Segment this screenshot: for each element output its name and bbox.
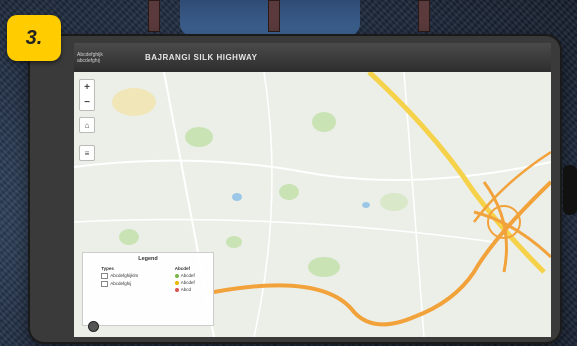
legend-dot-icon bbox=[174, 280, 179, 285]
legend-item[interactable]: Abcdefghijklm bbox=[101, 273, 138, 279]
legend-item[interactable]: Abcdef bbox=[174, 273, 195, 278]
home-icon: ⌂ bbox=[84, 120, 90, 130]
legend-checkbox[interactable] bbox=[101, 281, 109, 287]
app-header: Abcdefghijk abcdefghij BAJRANGI SILK HIG… bbox=[74, 43, 551, 72]
legend-column-header: Abcdef bbox=[174, 266, 190, 271]
app-logo: Abcdefghijk abcdefghij bbox=[77, 52, 127, 64]
park-area bbox=[312, 112, 336, 132]
legend-column-header: Types bbox=[101, 266, 114, 271]
legend-types-column: Types Abcdefghijklm Abcdefghij bbox=[101, 266, 138, 294]
zoom-in-button[interactable]: + bbox=[84, 82, 90, 93]
park-area bbox=[226, 236, 242, 248]
legend-checkbox[interactable] bbox=[101, 273, 109, 279]
layers-icon: ≡ bbox=[84, 148, 90, 158]
legend-item[interactable]: Abcdefghij bbox=[101, 281, 138, 287]
park-area bbox=[185, 127, 213, 147]
legend-title: Legend bbox=[138, 256, 158, 262]
home-button[interactable]: ⌂ bbox=[79, 117, 95, 133]
legend-dot-icon bbox=[174, 287, 179, 292]
tablet-screen: Abcdefghijk abcdefghij BAJRANGI SILK HIG… bbox=[74, 43, 551, 337]
step-badge: 3. bbox=[7, 15, 61, 61]
park-area bbox=[308, 257, 340, 277]
park-area bbox=[112, 88, 156, 116]
logo-line-2: abcdefghij bbox=[77, 57, 100, 64]
app-title: BAJRANGI SILK HIGHWAY bbox=[145, 53, 258, 62]
map-legend: Legend Types Abcdefghijklm Abcdefghij Ab… bbox=[82, 252, 214, 326]
park-area bbox=[279, 184, 299, 200]
settings-icon[interactable] bbox=[88, 321, 99, 332]
background-frame-bar bbox=[418, 0, 430, 32]
zoom-control: + − bbox=[79, 79, 95, 111]
background-frame-bar bbox=[148, 0, 160, 32]
background-frame-bar bbox=[268, 0, 280, 32]
park-area bbox=[380, 193, 408, 211]
water-area bbox=[232, 193, 242, 201]
legend-status-column: Abcdef Abcdef Abcdef Abcd bbox=[174, 266, 195, 294]
water-area bbox=[362, 202, 370, 208]
legend-item[interactable]: Abcdef bbox=[174, 280, 195, 285]
tablet-side-button bbox=[563, 165, 577, 215]
legend-dot-icon bbox=[174, 273, 179, 278]
park-area bbox=[119, 229, 139, 245]
legend-item[interactable]: Abcd bbox=[174, 287, 195, 292]
zoom-out-button[interactable]: − bbox=[84, 97, 90, 108]
layers-button[interactable]: ≡ bbox=[79, 145, 95, 161]
